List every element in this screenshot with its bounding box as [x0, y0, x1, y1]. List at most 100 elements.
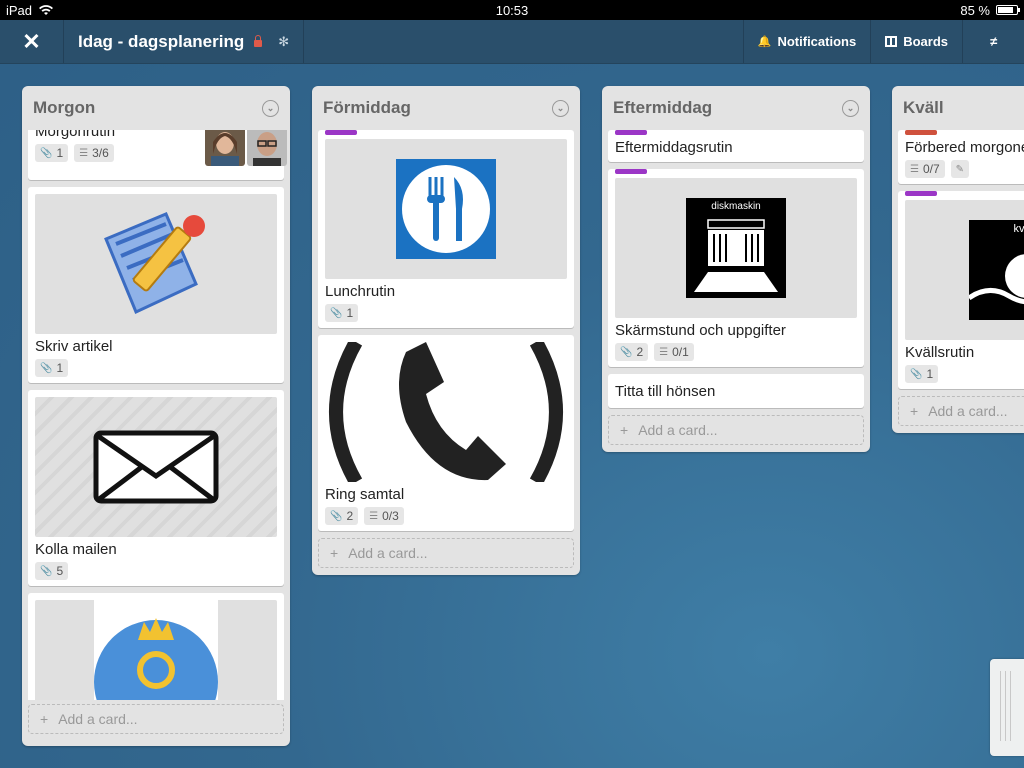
add-card-button[interactable]: + Add a card... [28, 704, 284, 734]
boards-label: Boards [903, 34, 948, 49]
list-title: Kväll [903, 98, 944, 117]
card-cover [325, 139, 567, 279]
plus-icon: + [330, 545, 339, 561]
card-cover [35, 397, 277, 537]
attachment-badge: 📎 2 [615, 343, 649, 361]
checklist-icon: ☰ [659, 346, 669, 358]
notifications-label: Notifications [777, 34, 857, 49]
list-title: Eftermiddag [613, 98, 713, 117]
card-title: Titta till hönsen [615, 383, 716, 400]
card-label [905, 130, 937, 135]
pencil-icon: ✎ [955, 163, 965, 175]
clock: 10:53 [495, 2, 529, 18]
paperclip-icon: 📎 [910, 368, 923, 380]
card-title: Kvällsrutin [905, 344, 975, 361]
battery-icon [996, 5, 1020, 15]
chevron-down-icon[interactable]: ⌄ [842, 99, 859, 117]
avatar[interactable] [205, 130, 245, 166]
card[interactable]: kv Kvällsrutin 📎 1 [898, 191, 1024, 389]
checklist-icon: ☰ [369, 510, 379, 522]
checklist-icon: ☰ [910, 163, 919, 175]
add-card-label: Add a card... [928, 403, 1008, 419]
card-cover: diskmaskin [615, 178, 857, 318]
card[interactable]: Titta till hönsen [608, 374, 864, 408]
card[interactable]: Ring samtal 📎 2 ☰ 0/3 [318, 335, 574, 531]
boards-icon [885, 36, 898, 47]
card-title: Kolla mailen [35, 541, 117, 558]
list-header: Kväll [892, 86, 1024, 130]
list-eftermiddag: Eftermiddag ⌄ Eftermiddagsrutin diskmask… [602, 86, 870, 452]
close-button[interactable]: ✕ [0, 20, 64, 63]
envelope-icon [93, 430, 219, 504]
add-card-label: Add a card... [638, 422, 718, 438]
board-title: Idag - dagsplanering [78, 31, 245, 51]
card[interactable]: Kolla mailen 📎 5 [28, 390, 284, 586]
board-title-area[interactable]: Idag - dagsplanering ✻ [64, 20, 305, 63]
attachment-badge: 📎 1 [325, 304, 359, 322]
dishwasher-caption: diskmaskin [711, 201, 760, 212]
list-kvall: Kväll Förbered morgonen ☰0/7 ✎ kv [892, 86, 1024, 433]
evening-caption: kv [1014, 223, 1024, 235]
side-panel-handle[interactable] [990, 659, 1024, 756]
plus-icon: + [40, 711, 49, 727]
checklist-icon: ☰ [79, 147, 89, 159]
list-formiddag: Förmiddag ⌄ Lunchrutin 📎 1 Ring samtal 📎… [312, 86, 580, 575]
card-title: Lunchrutin [325, 283, 396, 300]
attachment-count: 5 [56, 564, 64, 578]
checklist-count: 0/7 [922, 162, 940, 176]
chevron-down-icon[interactable]: ⌄ [262, 99, 279, 117]
card[interactable]: diskmaskin Skärmstund och uppgifter 📎 2 ☰… [608, 169, 864, 367]
list-title: Morgon [33, 98, 96, 117]
notifications-button[interactable]: 🔔 Notifications [742, 20, 870, 63]
boards-button[interactable]: Boards [870, 20, 962, 63]
attachment-count: 2 [636, 345, 644, 359]
card[interactable]: Eftermiddagsrutin [608, 130, 864, 162]
card-label [615, 130, 647, 135]
avatar[interactable] [247, 130, 287, 166]
card[interactable]: Förbered morgonen ☰0/7 ✎ [898, 130, 1024, 184]
attachment-count: 2 [346, 509, 354, 523]
paperclip-icon: 📎 [40, 362, 53, 374]
paperclip-icon: 📎 [40, 147, 53, 159]
card-cover [325, 342, 567, 482]
card[interactable] [28, 593, 284, 700]
attachment-count: 1 [926, 367, 934, 381]
plus-icon: + [620, 422, 629, 438]
card[interactable]: Lunchrutin 📎 1 [318, 130, 574, 328]
checklist-badge: ☰ 0/1 [654, 343, 694, 361]
add-card-label: Add a card... [58, 711, 138, 727]
checklist-badge: ☰ 3/6 [74, 144, 114, 162]
add-card-button[interactable]: + Add a card... [608, 415, 864, 445]
bell-icon: 🔔 [757, 36, 772, 48]
document-pencil-icon [104, 212, 205, 315]
card-cover [35, 600, 277, 700]
lock-icon [254, 34, 263, 47]
checklist-count: 0/3 [382, 509, 399, 523]
card-title: Ring samtal [325, 486, 405, 503]
add-card-button[interactable]: + Add a card... [318, 538, 574, 568]
evening-icon: kv [969, 220, 1024, 320]
ios-status-bar: iPad 10:53 85 % [0, 0, 1024, 20]
checklist-count: 3/6 [92, 146, 109, 160]
list-morgon: Morgon ⌄ Morgonrutin 📎 1 ☰ 3/6 Skriv art… [22, 86, 290, 746]
attachment-count: 1 [346, 306, 354, 320]
checklist-badge: ☰ 0/7 [905, 160, 945, 178]
gear-icon[interactable]: ✻ [278, 34, 289, 50]
paperclip-icon: 📎 [620, 346, 633, 358]
device-name: iPad [6, 2, 33, 18]
fork-knife-icon [396, 159, 496, 259]
attachment-badge: 📎 2 [325, 507, 359, 525]
paperclip-icon: 📎 [330, 307, 343, 319]
list-title: Förmiddag [323, 98, 411, 117]
plus-icon: + [910, 403, 919, 419]
wifi-icon [39, 5, 54, 15]
add-card-button[interactable]: + Add a card... [898, 396, 1024, 426]
menu-button[interactable]: ≠ [962, 20, 1024, 63]
card-label [615, 169, 647, 174]
chevron-down-icon[interactable]: ⌄ [552, 99, 569, 117]
phone-call-icon [329, 342, 563, 482]
battery-percent: 85 % [960, 2, 990, 18]
card[interactable]: Skriv artikel 📎 1 [28, 187, 284, 383]
card[interactable]: Morgonrutin 📎 1 ☰ 3/6 [28, 130, 287, 180]
card-cover: kv [905, 200, 1024, 340]
